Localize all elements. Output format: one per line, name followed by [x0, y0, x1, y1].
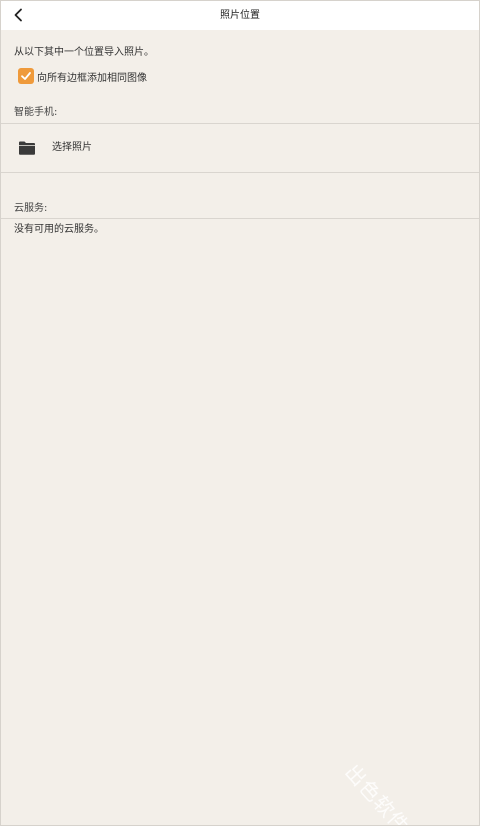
same-image-checkbox[interactable]: [18, 68, 34, 84]
same-image-checkbox-label: 向所有边框添加相同图像: [37, 72, 147, 84]
divider: [1, 218, 479, 219]
folder-icon: [19, 141, 35, 155]
select-photo-label: 选择照片: [52, 142, 92, 153]
smartphone-section-label: 智能手机:: [14, 107, 58, 118]
intro-text: 从以下其中一个位置导入照片。: [14, 47, 154, 58]
same-image-checkbox-row[interactable]: 向所有边框添加相同图像: [18, 68, 147, 84]
page-title: 照片位置: [220, 10, 260, 21]
check-icon: [21, 72, 31, 80]
divider: [1, 172, 479, 173]
select-photo-button[interactable]: 选择照片: [1, 124, 479, 172]
header-bar: 照片位置: [1, 1, 479, 30]
screen: 照片位置 从以下其中一个位置导入照片。 向所有边框添加相同图像 智能手机: 选择…: [0, 0, 480, 826]
watermark: 出色软件站: [340, 759, 429, 826]
cloud-section-label: 云服务:: [14, 203, 48, 214]
no-cloud-services-text: 没有可用的云服务。: [14, 224, 104, 235]
